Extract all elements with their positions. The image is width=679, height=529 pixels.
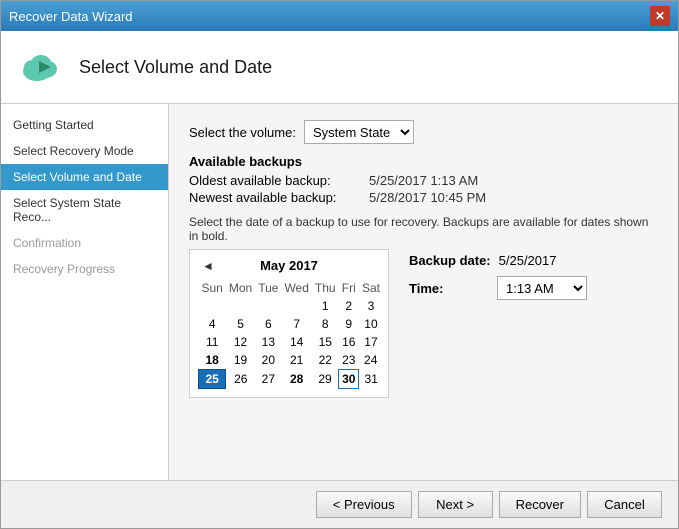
title-bar-text: Recover Data Wizard	[9, 9, 133, 24]
backup-date-label: Backup date:	[409, 253, 491, 268]
volume-select[interactable]: System State C: D:	[304, 120, 414, 144]
cal-header-thu: Thu	[312, 279, 339, 297]
calendar-day[interactable]: 3	[359, 297, 383, 315]
calendar-body: 1234567891011121314151617181920212223242…	[199, 297, 383, 389]
date-time-panel: Backup date: 5/25/2017 Time: 1:13 AM 10:…	[409, 249, 587, 300]
calendar: ◄ May 2017 Sun Mon Tue Wed Thu Fri	[189, 249, 389, 398]
calendar-day[interactable]: 27	[255, 370, 281, 389]
cal-header-sun: Sun	[199, 279, 226, 297]
next-button[interactable]: Next >	[418, 491, 493, 518]
calendar-and-date: ◄ May 2017 Sun Mon Tue Wed Thu Fri	[189, 249, 658, 398]
calendar-day[interactable]: 22	[312, 351, 339, 370]
calendar-header: ◄ May 2017	[198, 258, 380, 273]
calendar-day[interactable]: 28	[281, 370, 311, 389]
calendar-week: 25262728293031	[199, 370, 383, 389]
recover-button[interactable]: Recover	[499, 491, 581, 518]
cal-header-mon: Mon	[226, 279, 255, 297]
header-area: Select Volume and Date	[1, 31, 678, 104]
calendar-day[interactable]: 26	[226, 370, 255, 389]
calendar-day[interactable]: 19	[226, 351, 255, 370]
calendar-prev-button[interactable]: ◄	[198, 259, 218, 273]
calendar-day[interactable]: 30	[339, 370, 359, 389]
sidebar-item-select-system-state[interactable]: Select System State Reco...	[1, 190, 168, 230]
calendar-day[interactable]: 23	[339, 351, 359, 370]
calendar-day[interactable]: 24	[359, 351, 383, 370]
sidebar-item-getting-started[interactable]: Getting Started	[1, 112, 168, 138]
close-button[interactable]: ✕	[650, 6, 670, 26]
time-row: Time: 1:13 AM 10:45 PM	[409, 276, 587, 300]
calendar-day[interactable]: 12	[226, 333, 255, 351]
calendar-week: 18192021222324	[199, 351, 383, 370]
calendar-grid: Sun Mon Tue Wed Thu Fri Sat 123456789101…	[198, 279, 383, 389]
body-area: Getting Started Select Recovery Mode Sel…	[1, 104, 678, 480]
time-label: Time:	[409, 281, 489, 296]
cal-header-tue: Tue	[255, 279, 281, 297]
sidebar-item-confirmation: Confirmation	[1, 230, 168, 256]
calendar-week: 11121314151617	[199, 333, 383, 351]
calendar-day-empty	[255, 297, 281, 315]
calendar-day[interactable]: 29	[312, 370, 339, 389]
calendar-day[interactable]: 17	[359, 333, 383, 351]
newest-backup-value: 5/28/2017 10:45 PM	[369, 190, 486, 205]
calendar-day[interactable]: 16	[339, 333, 359, 351]
calendar-day-empty	[226, 297, 255, 315]
instruction-text: Select the date of a backup to use for r…	[189, 215, 658, 243]
calendar-day[interactable]: 18	[199, 351, 226, 370]
backup-date-row: Backup date: 5/25/2017	[409, 253, 587, 268]
oldest-backup-label: Oldest available backup:	[189, 173, 369, 188]
calendar-day[interactable]: 4	[199, 315, 226, 333]
calendar-day[interactable]: 25	[199, 370, 226, 389]
calendar-day[interactable]: 6	[255, 315, 281, 333]
sidebar-item-select-volume-date[interactable]: Select Volume and Date	[1, 164, 168, 190]
calendar-day[interactable]: 1	[312, 297, 339, 315]
calendar-day[interactable]: 7	[281, 315, 311, 333]
calendar-day[interactable]: 9	[339, 315, 359, 333]
volume-label: Select the volume:	[189, 125, 296, 140]
cloud-icon	[17, 43, 65, 91]
calendar-day[interactable]: 21	[281, 351, 311, 370]
calendar-month-year: May 2017	[260, 258, 318, 273]
calendar-day[interactable]: 20	[255, 351, 281, 370]
calendar-day[interactable]: 15	[312, 333, 339, 351]
backup-date-value: 5/25/2017	[499, 253, 557, 268]
calendar-day[interactable]: 11	[199, 333, 226, 351]
calendar-day-empty	[281, 297, 311, 315]
previous-button[interactable]: < Previous	[316, 491, 412, 518]
content-area: Select the volume: System State C: D: Av…	[169, 104, 678, 480]
cancel-button[interactable]: Cancel	[587, 491, 662, 518]
volume-row: Select the volume: System State C: D:	[189, 120, 658, 144]
calendar-day[interactable]: 10	[359, 315, 383, 333]
cal-header-sat: Sat	[359, 279, 383, 297]
calendar-day[interactable]: 5	[226, 315, 255, 333]
calendar-day[interactable]: 2	[339, 297, 359, 315]
available-backups-title: Available backups	[189, 154, 658, 169]
calendar-week: 123	[199, 297, 383, 315]
calendar-day[interactable]: 31	[359, 370, 383, 389]
oldest-backup-row: Oldest available backup: 5/25/2017 1:13 …	[189, 173, 658, 188]
calendar-day[interactable]: 14	[281, 333, 311, 351]
calendar-day-empty	[199, 297, 226, 315]
oldest-backup-value: 5/25/2017 1:13 AM	[369, 173, 478, 188]
title-bar: Recover Data Wizard ✕	[1, 1, 678, 31]
sidebar-item-recovery-progress: Recovery Progress	[1, 256, 168, 282]
calendar-day[interactable]: 8	[312, 315, 339, 333]
calendar-week: 45678910	[199, 315, 383, 333]
footer-area: < Previous Next > Recover Cancel	[1, 480, 678, 528]
time-select[interactable]: 1:13 AM 10:45 PM	[497, 276, 587, 300]
cal-header-fri: Fri	[339, 279, 359, 297]
newest-backup-row: Newest available backup: 5/28/2017 10:45…	[189, 190, 658, 205]
sidebar: Getting Started Select Recovery Mode Sel…	[1, 104, 169, 480]
cal-header-wed: Wed	[281, 279, 311, 297]
calendar-day[interactable]: 13	[255, 333, 281, 351]
calendar-day-headers: Sun Mon Tue Wed Thu Fri Sat	[199, 279, 383, 297]
recover-data-wizard: Recover Data Wizard ✕ Select Volume and …	[0, 0, 679, 529]
page-title: Select Volume and Date	[79, 57, 272, 78]
newest-backup-label: Newest available backup:	[189, 190, 369, 205]
sidebar-item-select-recovery-mode[interactable]: Select Recovery Mode	[1, 138, 168, 164]
